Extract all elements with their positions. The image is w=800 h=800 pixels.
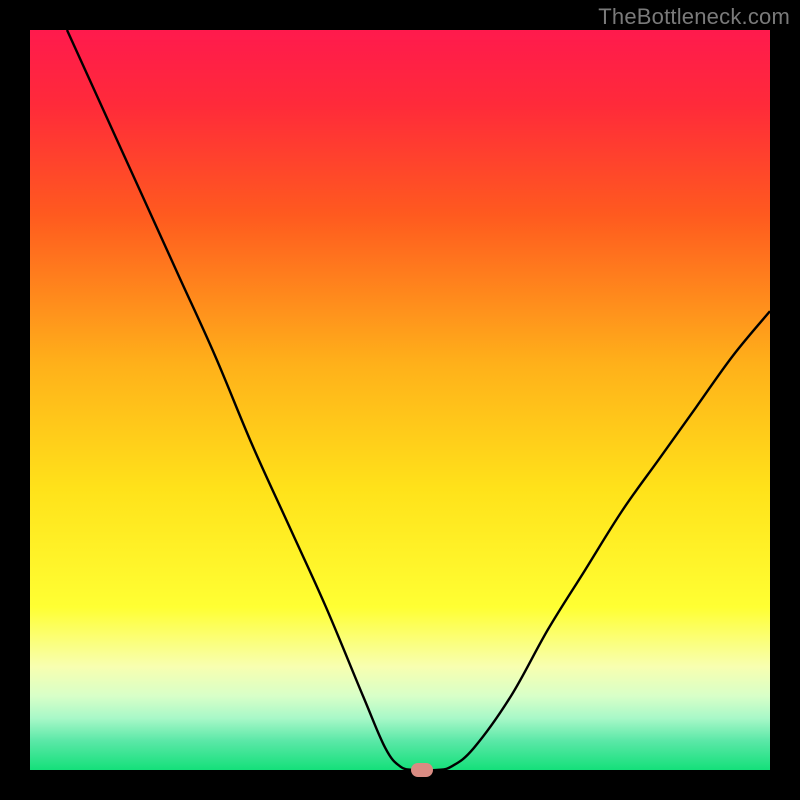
watermark-text: TheBottleneck.com: [598, 4, 790, 30]
optimum-marker: [411, 763, 433, 777]
chart-frame: TheBottleneck.com: [0, 0, 800, 800]
plot-area: [30, 30, 770, 770]
plot-svg: [30, 30, 770, 770]
gradient-background: [30, 30, 770, 770]
